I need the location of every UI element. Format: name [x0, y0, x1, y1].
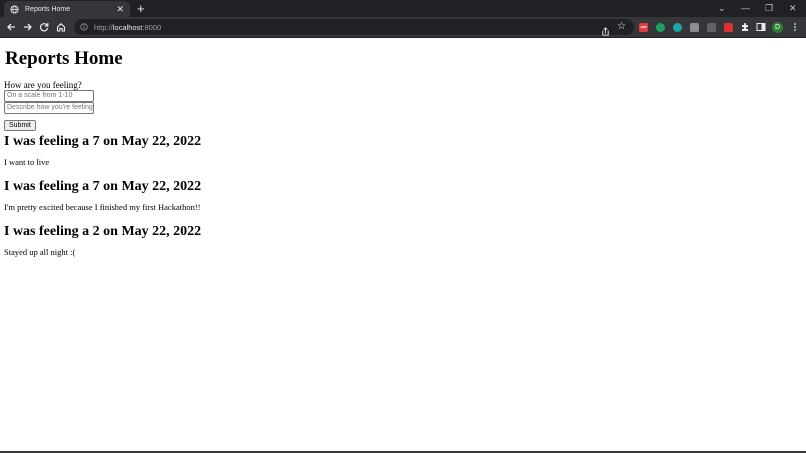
url-scheme: http://	[94, 22, 113, 32]
page-title: Reports Home	[5, 48, 123, 69]
report-text: I'm pretty excited because I finished my…	[4, 202, 201, 212]
grammarly-extension-icon[interactable]	[656, 23, 665, 32]
browser-toolbar: http://localhost:8000 ☆ ABP D	[0, 17, 806, 38]
forward-arrow-icon[interactable]	[21, 20, 35, 34]
reload-icon[interactable]	[37, 20, 51, 34]
new-tab-button[interactable]: +	[137, 2, 145, 15]
red-extension-icon[interactable]	[724, 23, 733, 32]
side-panel-icon[interactable]	[754, 20, 768, 34]
globe-icon	[10, 4, 19, 14]
minimize-button[interactable]: —	[741, 2, 750, 14]
url-text[interactable]: http://localhost:8000	[94, 23, 161, 32]
rating-input[interactable]: On a scale from 1-10	[4, 90, 94, 102]
description-input[interactable]: Describe how you're feeling	[4, 102, 94, 114]
dark-extension-icon[interactable]	[707, 23, 716, 32]
address-bar[interactable]: http://localhost:8000 ☆	[74, 19, 634, 36]
report-text: I want to live	[4, 157, 50, 167]
gray-extension-icon[interactable]	[690, 23, 699, 32]
bookmark-star-icon[interactable]: ☆	[617, 21, 626, 33]
tab-close-icon[interactable]: ✕	[116, 4, 124, 14]
restore-button[interactable]: ❐	[765, 2, 773, 14]
browser-tab[interactable]: Reports Home ✕	[4, 1, 130, 17]
site-info-icon[interactable]	[80, 23, 88, 31]
report-entry: I was feeling a 7 on May 22, 2022 I'm pr…	[4, 179, 202, 212]
more-menu-icon[interactable]	[788, 20, 802, 34]
adblock-extension-icon[interactable]: ABP	[639, 23, 648, 32]
tab-title: Reports Home	[25, 5, 71, 13]
report-heading: I was feeling a 2 on May 22, 2022	[4, 224, 202, 239]
report-heading: I was feeling a 7 on May 22, 2022	[4, 134, 202, 149]
report-text: Stayed up all night :(	[4, 247, 76, 257]
extensions-puzzle-icon[interactable]	[738, 20, 752, 34]
page-content: Reports Home How are you feeling? On a s…	[0, 38, 806, 451]
url-host: localhost	[112, 22, 143, 32]
teal-extension-icon[interactable]	[673, 23, 682, 32]
report-entry: I was feeling a 7 on May 22, 2022 I want…	[4, 134, 202, 167]
report-entry: I was feeling a 2 on May 22, 2022 Stayed…	[4, 224, 202, 257]
back-arrow-icon[interactable]	[4, 20, 18, 34]
report-heading: I was feeling a 7 on May 22, 2022	[4, 179, 202, 194]
feeling-form: How are you feeling? On a scale from 1-1…	[4, 80, 94, 132]
url-port: :8000	[142, 22, 162, 32]
tab-search-icon[interactable]: ⌄	[718, 2, 726, 14]
submit-button[interactable]: Submit	[4, 120, 36, 131]
tab-strip: Reports Home ✕ + ⌄ — ❐ ✕	[0, 0, 806, 17]
close-window-button[interactable]: ✕	[789, 2, 797, 14]
feeling-form-label: How are you feeling?	[4, 80, 82, 90]
profile-avatar[interactable]: D	[772, 22, 783, 33]
home-icon[interactable]	[54, 20, 68, 34]
